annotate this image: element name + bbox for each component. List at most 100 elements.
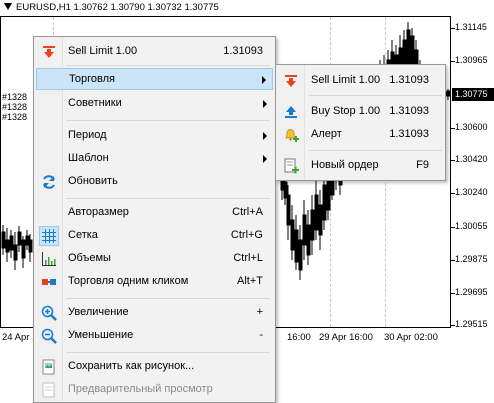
candle-body <box>302 214 307 246</box>
trading-submenu: Sell Limit 1.00 1.31093 Buy Stop 1.00 1.… <box>275 64 446 181</box>
menu-item-period[interactable]: Период <box>36 125 273 147</box>
menu-separator <box>309 150 442 151</box>
menu-separator <box>66 65 270 66</box>
menu-item-label: Торговля одним кликом <box>68 275 189 287</box>
menu-item-one-click-trading[interactable]: Торговля одним кликом Alt+T <box>36 271 273 293</box>
menu-item-save-as-picture[interactable]: Сохранить как рисунок... <box>36 356 273 378</box>
menu-item-label: Алерт <box>311 128 342 140</box>
menu-item-refresh[interactable]: Обновить <box>36 171 273 193</box>
menu-item-template[interactable]: Шаблон <box>36 148 273 170</box>
menu-item-shortcut: Alt+T <box>237 275 263 287</box>
menu-item-autoscroll[interactable]: Авторазмер Ctrl+A <box>36 202 273 224</box>
time-tick: 29 Apr 16:00 <box>319 332 373 343</box>
menu-item-shortcut: F9 <box>416 159 429 171</box>
buy-arrow-icon <box>285 106 297 118</box>
candle-body <box>314 194 319 231</box>
menu-separator <box>66 198 270 199</box>
menu-item-volumes[interactable]: Объемы Ctrl+L <box>36 248 273 270</box>
order-tag: #1328 <box>2 112 28 122</box>
sell-arrow-icon <box>43 46 55 58</box>
menu-separator <box>66 298 270 299</box>
menu-item-price: 1.31093 <box>389 74 429 86</box>
price-tick: 1.30055 <box>451 221 488 231</box>
submenu-item-new-order[interactable]: Новый ордер F9 <box>278 155 443 177</box>
menu-item-zoom-in[interactable]: Увеличение + <box>36 302 273 324</box>
menu-item-label: Сетка <box>68 229 98 241</box>
submenu-item-alert[interactable]: Алерт 1.31093 <box>278 124 443 146</box>
menu-item-price: 1.31093 <box>223 45 263 57</box>
menu-item-label: Sell Limit 1.00 <box>68 45 138 57</box>
price-tick: 1.29875 <box>451 254 488 264</box>
menu-item-label: Обновить <box>68 175 118 187</box>
menu-item-shortcut: Ctrl+A <box>232 206 263 218</box>
candle-body <box>21 239 26 259</box>
submenu-arrow-icon <box>263 155 267 163</box>
price-tick: 1.30965 <box>451 55 488 65</box>
price-tick: 1.30600 <box>451 122 488 132</box>
candle-body <box>322 184 327 221</box>
one-click-trading-icon <box>42 279 56 285</box>
menu-item-sell-limit[interactable]: Sell Limit 1.00 1.31093 <box>36 41 273 63</box>
candle-body <box>290 219 295 251</box>
menu-item-label: Шаблон <box>68 152 109 164</box>
menu-item-shortcut: Ctrl+L <box>233 252 263 264</box>
menu-item-label: Торговля <box>69 73 115 85</box>
candle-body <box>13 244 18 261</box>
menu-item-print-preview[interactable]: Предварительный просмотр <box>36 379 273 401</box>
menu-item-label: Buy Stop 1.00 <box>311 105 381 117</box>
menu-item-label: Авторазмер <box>68 206 129 218</box>
sell-arrow-icon <box>285 75 297 87</box>
menu-separator <box>309 95 442 96</box>
menu-item-trading[interactable]: Торговля <box>36 68 273 90</box>
candle-body <box>446 90 451 97</box>
new-order-icon <box>284 158 299 174</box>
candle-body <box>17 231 22 246</box>
chart-context-menu: Sell Limit 1.00 1.31093 Торговля Советни… <box>33 36 276 403</box>
menu-item-grid[interactable]: Сетка Ctrl+G <box>36 225 273 247</box>
price-tick: 1.29695 <box>451 287 488 297</box>
menu-separator <box>66 352 270 353</box>
submenu-item-sell-limit[interactable]: Sell Limit 1.00 1.31093 <box>278 70 443 92</box>
candle-body <box>1 231 6 249</box>
zoom-in-icon <box>41 305 57 321</box>
refresh-icon <box>43 175 55 189</box>
candle-body <box>28 239 33 253</box>
menu-item-label: Предварительный просмотр <box>68 383 213 395</box>
price-tick: 1.31145 <box>451 22 487 32</box>
time-tick: 16:00 <box>287 332 311 343</box>
menu-item-label: Советники <box>68 97 122 109</box>
price-tick: 1.30240 <box>451 187 488 197</box>
submenu-arrow-icon <box>263 132 267 140</box>
menu-item-label: Уменьшение <box>68 329 134 341</box>
candle-body <box>298 239 303 271</box>
candle-body <box>5 239 10 253</box>
submenu-item-buy-stop[interactable]: Buy Stop 1.00 1.31093 <box>278 101 443 123</box>
candle-body <box>310 209 315 241</box>
menu-item-label: Объемы <box>68 252 111 264</box>
menu-item-price: 1.31093 <box>389 105 429 117</box>
menu-item-zoom-out[interactable]: Уменьшение - <box>36 325 273 347</box>
price-tick: 1.29515 <box>451 319 488 329</box>
order-tag: #1328 <box>2 102 28 112</box>
order-tag: #1328 <box>2 92 28 102</box>
menu-item-price: 1.31093 <box>389 128 429 140</box>
time-tick: 30 Apr 02:00 <box>384 332 438 343</box>
menu-separator <box>66 120 270 121</box>
grid-icon <box>42 229 56 243</box>
candle-body <box>9 235 14 251</box>
menu-item-experts[interactable]: Советники <box>36 93 273 115</box>
menu-item-shortcut: + <box>256 306 263 318</box>
menu-item-label: Сохранить как рисунок... <box>68 360 195 372</box>
price-tick: 1.30420 <box>451 154 488 164</box>
menu-item-label: Sell Limit 1.00 <box>311 74 381 86</box>
print-preview-icon <box>42 382 55 398</box>
candle-body <box>318 204 323 236</box>
menu-item-shortcut: - <box>259 329 263 341</box>
zoom-out-icon <box>41 328 57 344</box>
submenu-arrow-icon <box>262 76 266 84</box>
candle-body <box>294 229 299 263</box>
candle-body <box>286 194 291 226</box>
menu-item-shortcut: Ctrl+G <box>230 229 263 241</box>
save-picture-icon <box>42 359 55 375</box>
volumes-icon <box>42 252 56 266</box>
